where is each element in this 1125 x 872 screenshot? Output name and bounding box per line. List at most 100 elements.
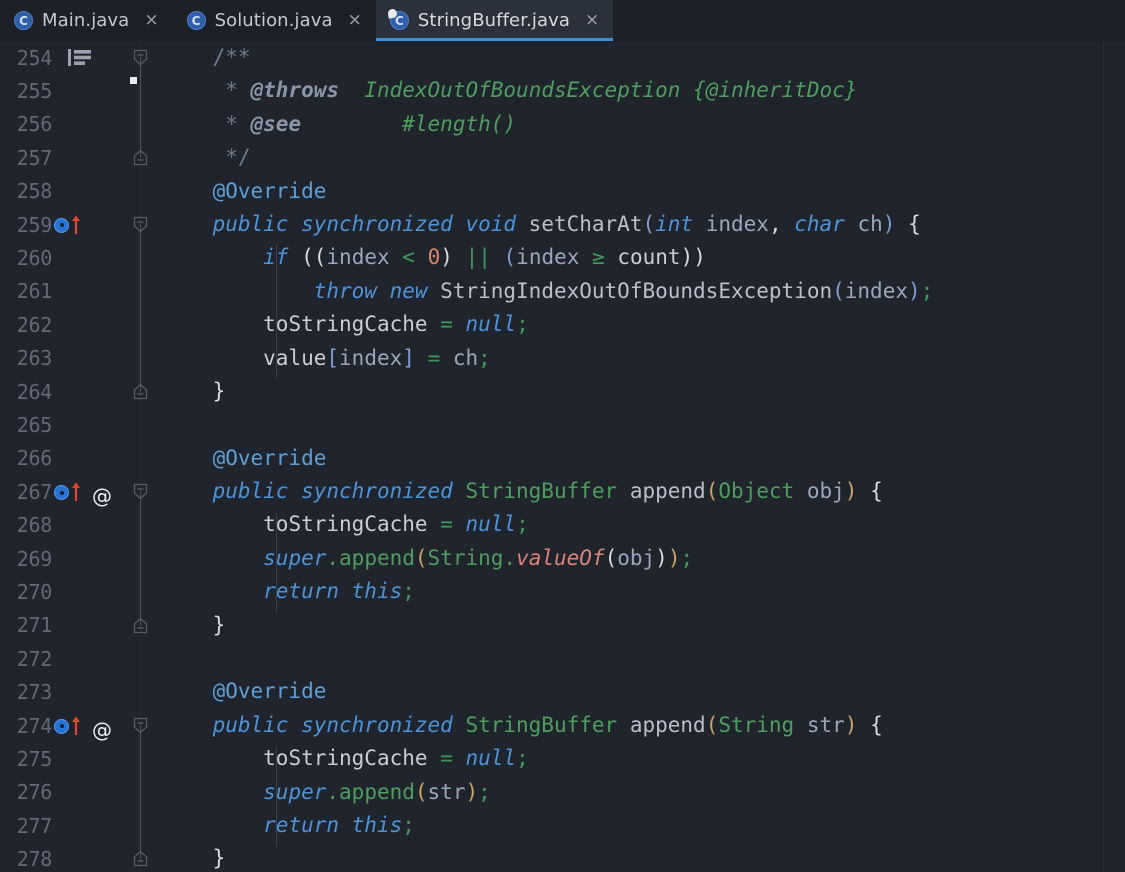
code-line[interactable]: 257 */ [0,141,1125,174]
close-icon[interactable]: × [583,12,601,29]
line-number[interactable]: 277 [0,814,53,838]
code-line[interactable]: 276 super.append(str); [0,775,1125,810]
code-line[interactable]: 254 /** [0,41,1125,75]
code-line[interactable]: 260 if ((index < 0) || (index ≥ count)) [0,241,1125,276]
gutter-icon-area[interactable] [52,208,120,241]
editor-tab-stringbuffer-java[interactable]: C StringBuffer.java × [375,0,614,41]
code-line[interactable]: 273 @Override [0,675,1125,708]
code-line[interactable]: 261 throw new StringIndexOutOfBoundsExce… [0,274,1125,309]
gutter-icon-area[interactable]: @ [52,475,120,508]
code-folding-area[interactable] [120,541,162,576]
code-line[interactable]: 255 * @throws IndexOutOfBoundsException … [0,74,1125,109]
code-line[interactable]: 258 @Override [0,175,1125,208]
gutter-icon-area[interactable] [52,308,120,341]
code-folding-area[interactable] [120,742,162,777]
code-text[interactable]: * @see #length() [162,108,1125,141]
code-text[interactable]: @Override [162,442,1125,475]
editor-tab-main-java[interactable]: C Main.java × [0,0,173,41]
code-folding-area[interactable] [120,808,162,843]
gutter-icon-area[interactable] [52,241,120,274]
editor-tab-solution-java[interactable]: C Solution.java × [173,0,376,41]
close-icon[interactable]: × [142,12,160,29]
override-annotation-marker-icon[interactable]: @ [54,716,112,740]
implementing-method-icon[interactable] [54,718,69,734]
line-number[interactable]: 278 [0,847,53,871]
line-number[interactable]: 266 [0,446,53,470]
fold-start-icon[interactable] [131,482,150,501]
code-folding-area[interactable] [120,608,162,642]
line-number[interactable]: 254 [0,46,53,70]
code-text[interactable]: value[index] = ch; [162,342,1125,375]
code-folding-area[interactable] [120,442,162,475]
close-icon[interactable]: × [346,12,364,29]
code-folding-area[interactable] [120,41,162,75]
code-text[interactable]: super.append(String.valueOf(obj)); [162,542,1125,575]
implementing-method-icon[interactable] [54,485,69,501]
gutter-icon-area[interactable] [52,141,120,174]
code-text[interactable]: public synchronized StringBuffer append(… [162,709,1125,742]
code-text[interactable]: } [162,609,1125,642]
line-number[interactable]: 257 [0,146,53,170]
line-number[interactable]: 270 [0,580,53,604]
code-line[interactable]: 270 return this; [0,575,1125,610]
line-number[interactable]: 273 [0,680,53,704]
gutter-icon-area[interactable] [52,742,120,775]
gutter-icon-area[interactable] [52,575,120,608]
gutter-icon-area[interactable] [52,842,120,872]
line-number[interactable]: 267 [0,480,53,504]
gutter-icon-area[interactable] [52,74,120,107]
code-line[interactable]: 256 * @see #length() [0,107,1125,142]
code-text[interactable]: public synchronized void setCharAt(int i… [162,208,1125,241]
code-line[interactable]: 272 [0,642,1125,675]
code-folding-area[interactable] [120,175,162,208]
code-folding-area[interactable] [120,642,162,675]
gutter-icon-area[interactable] [52,542,120,575]
code-folding-area[interactable] [120,408,162,441]
code-text[interactable]: toStringCache = null; [162,508,1125,541]
gutter-icon-area[interactable] [52,275,120,308]
code-line[interactable]: 264 } [0,374,1125,408]
code-line[interactable]: 269 super.append(String.valueOf(obj)); [0,541,1125,576]
code-editor[interactable]: 254 /** 255 * @throws IndexOutOfBoundsExc… [0,41,1125,872]
code-line[interactable]: 278 } [0,842,1125,872]
code-folding-area[interactable] [120,508,162,543]
code-text[interactable]: * @throws IndexOutOfBoundsException {@in… [162,74,1125,107]
line-number[interactable]: 263 [0,346,53,370]
fold-end-icon[interactable] [131,148,150,167]
gutter-icon-area[interactable] [52,108,120,141]
code-text[interactable]: /** [162,41,1125,74]
fold-start-icon[interactable] [131,215,150,234]
code-folding-area[interactable] [120,74,162,109]
code-line[interactable]: 259 public synchronized void setCharAt(i… [0,208,1125,242]
code-folding-area[interactable] [120,675,162,708]
gutter-icon-area[interactable] [52,342,120,375]
override-annotation-marker-icon[interactable]: @ [54,482,112,506]
code-text[interactable] [162,408,1125,441]
implementing-method-icon[interactable] [54,217,69,233]
line-number[interactable]: 264 [0,380,53,404]
fold-start-icon[interactable] [131,48,150,67]
gutter-icon-area[interactable] [52,675,120,708]
code-folding-area[interactable] [120,842,162,872]
code-text[interactable]: return this; [162,809,1125,842]
code-line[interactable]: 267 @ public synchronized StringBuffer ap… [0,475,1125,510]
code-folding-area[interactable] [120,274,162,309]
gutter-icon-area[interactable] [52,408,120,441]
code-line[interactable]: 271 } [0,608,1125,642]
line-number[interactable]: 268 [0,513,53,537]
line-number[interactable]: 271 [0,613,53,637]
override-arrow-icon[interactable] [71,482,81,502]
annotation-at-icon[interactable]: @ [92,486,112,506]
gutter-icon-area[interactable]: @ [52,709,120,742]
line-number[interactable]: 258 [0,179,53,203]
code-line[interactable]: 265 [0,408,1125,441]
code-line[interactable]: 275 toStringCache = null; [0,742,1125,777]
gutter-icon-area[interactable] [52,776,120,809]
line-number[interactable]: 276 [0,780,53,804]
gutter-icon-area[interactable] [52,642,120,675]
line-number[interactable]: 272 [0,647,53,671]
code-text[interactable]: throw new StringIndexOutOfBoundsExceptio… [162,275,1125,308]
code-text[interactable]: super.append(str); [162,776,1125,809]
code-text[interactable]: toStringCache = null; [162,742,1125,775]
code-folding-area[interactable] [120,308,162,343]
